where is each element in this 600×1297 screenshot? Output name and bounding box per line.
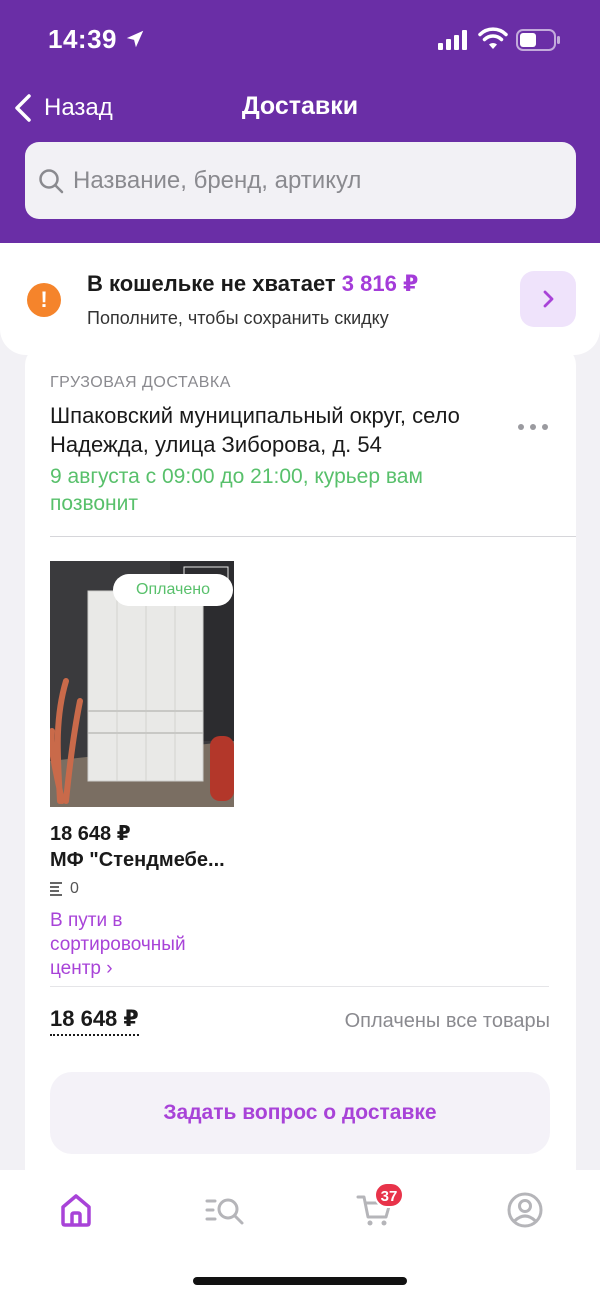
ask-question-button[interactable]: Задать вопрос о доставке (50, 1072, 550, 1154)
list-icon (50, 882, 62, 896)
paid-badge: Оплачено (113, 574, 233, 606)
chevron-right-icon (543, 290, 554, 308)
delivery-type: ГРУЗОВАЯ ДОСТАВКА (50, 374, 231, 391)
status-bar: 14:39 (0, 0, 600, 80)
more-dots-icon[interactable] (515, 420, 551, 434)
wallet-subtitle: Пополните, чтобы сохранить скидку (87, 308, 389, 328)
divider (50, 986, 549, 987)
chevron-left-icon (15, 94, 31, 122)
quantity-value: 0 (70, 880, 79, 897)
search-input[interactable] (73, 166, 533, 195)
location-arrow-icon (126, 30, 144, 48)
nav-bar: Назад Доставки (0, 82, 600, 132)
home-indicator (193, 1277, 407, 1285)
delivery-address: Шпаковский муниципальный округ, село Над… (50, 403, 460, 457)
back-button[interactable]: Назад (12, 88, 113, 128)
profile-icon (507, 1192, 543, 1228)
cart-count-badge: 37 (374, 1182, 404, 1208)
quantity-row: 0 (50, 880, 79, 898)
home-icon (61, 1194, 91, 1227)
back-label: Назад (44, 94, 113, 121)
total-price[interactable]: 18 648 ₽ (50, 1006, 139, 1036)
payment-status: Оплачены все товары (344, 1010, 550, 1032)
wallet-topup-button[interactable] (520, 271, 576, 327)
wallet-banner[interactable] (0, 243, 600, 355)
tab-profile[interactable] (505, 1190, 545, 1230)
battery-icon (516, 29, 560, 51)
wallet-amount: 3 816 ₽ (341, 271, 419, 296)
wallet-title: В кошельке не хватает 3 816 ₽ (87, 271, 418, 297)
tracking-status-link[interactable]: В пути в сортировочный центр › (50, 909, 230, 981)
product-name[interactable]: МФ "Стендмебе... (50, 849, 225, 872)
search-icon (39, 168, 64, 193)
warning-icon: ! (27, 283, 61, 317)
divider (50, 536, 576, 537)
tab-home[interactable] (56, 1190, 96, 1230)
product-price: 18 648 ₽ (50, 823, 131, 845)
tab-catalog[interactable] (205, 1190, 245, 1230)
wallet-title-text: В кошельке не хватает (87, 271, 336, 296)
signal-icon (438, 30, 467, 50)
status-time: 14:39 (48, 24, 117, 54)
wifi-icon (478, 27, 508, 49)
catalog-search-icon (205, 1198, 244, 1225)
delivery-time: 9 августа с 09:00 до 21:00, курьер вам п… (50, 465, 423, 515)
search-bar[interactable] (25, 142, 576, 219)
